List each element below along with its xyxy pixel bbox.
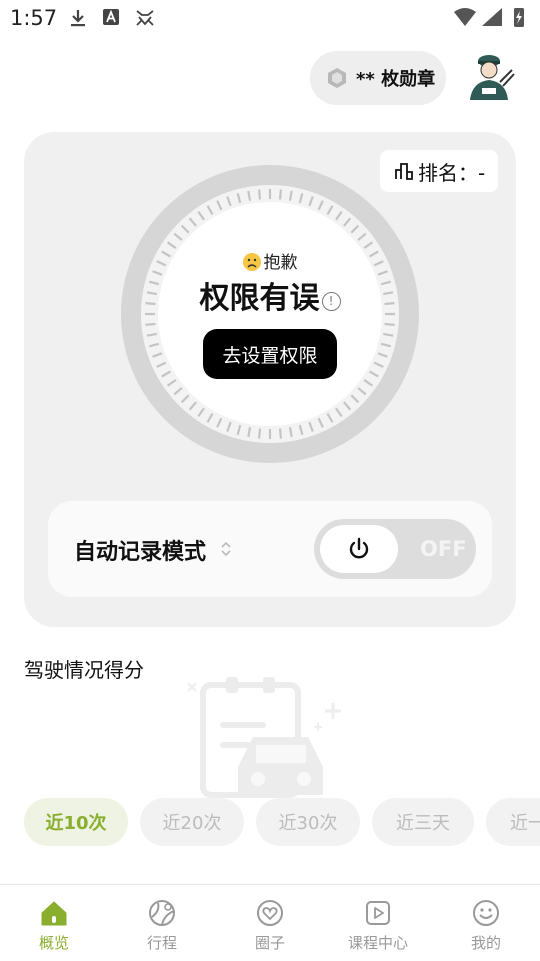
apology-text: 抱歉 bbox=[263, 253, 298, 273]
home-icon bbox=[41, 901, 67, 926]
hexagon-medal-icon bbox=[328, 68, 346, 88]
permission-error-title: 权限有误! bbox=[0, 273, 540, 317]
status-time: 1:57 bbox=[10, 6, 58, 30]
tab-course-center-label: 课程中心 bbox=[347, 934, 408, 952]
tab-trips[interactable]: 行程 bbox=[108, 885, 216, 961]
up-down-chevron-icon[interactable] bbox=[220, 540, 232, 558]
toggle-state-label: OFF bbox=[420, 537, 467, 561]
dial-tick bbox=[258, 428, 262, 439]
rank-label: 排名：- bbox=[418, 160, 486, 185]
filter-chip-30[interactable]: 近30次 bbox=[256, 798, 360, 846]
info-icon[interactable]: ! bbox=[321, 292, 341, 311]
tab-circle-label: 圈子 bbox=[254, 934, 285, 952]
smiley-icon bbox=[473, 900, 499, 926]
signal-icon bbox=[482, 8, 502, 26]
tab-course-center[interactable]: 课程中心 bbox=[324, 885, 432, 961]
filter-chip-3days[interactable]: 近三天 bbox=[372, 798, 474, 846]
permission-title-text: 权限有误 bbox=[199, 281, 320, 316]
tab-trips-label: 行程 bbox=[146, 934, 177, 952]
download-icon bbox=[71, 10, 85, 27]
bottom-tab-bar: 概览 行程 圈子 课程中心 我的 bbox=[0, 884, 540, 961]
status-right-icons bbox=[454, 8, 524, 27]
power-icon bbox=[349, 537, 369, 559]
go-set-permission-button[interactable]: 去设置权限 bbox=[203, 329, 337, 379]
play-video-icon bbox=[366, 901, 390, 925]
tab-mine-label: 我的 bbox=[470, 934, 501, 952]
filter-chip-more[interactable]: 近一 bbox=[486, 798, 540, 846]
status-bar: 1:57 bbox=[0, 0, 540, 36]
toggle-knob[interactable] bbox=[320, 525, 398, 573]
driving-score-title: 驾驶情况得分 bbox=[24, 658, 144, 682]
medal-count-label: ** 枚勋章 bbox=[356, 69, 436, 90]
tab-overview[interactable]: 概览 bbox=[0, 885, 108, 961]
dial-tick bbox=[384, 322, 395, 326]
driver-avatar-icon[interactable] bbox=[462, 52, 516, 102]
tab-circle[interactable]: 圈子 bbox=[216, 885, 324, 961]
globe-route-icon bbox=[149, 900, 175, 926]
tab-mine[interactable]: 我的 bbox=[432, 885, 540, 961]
cat-icon bbox=[136, 10, 154, 26]
font-a-icon bbox=[103, 9, 119, 25]
dial-tick bbox=[278, 189, 282, 200]
filter-chip-10[interactable]: 近10次 bbox=[24, 798, 128, 846]
heart-circle-icon bbox=[257, 900, 283, 926]
medal-badge-button[interactable]: ** 枚勋章 bbox=[310, 51, 446, 105]
filter-chip-20[interactable]: 近20次 bbox=[140, 798, 244, 846]
dial-tick bbox=[278, 428, 282, 439]
dial-tick bbox=[145, 322, 156, 326]
auto-record-mode-label[interactable]: 自动记录模式 bbox=[74, 534, 206, 566]
dial-tick bbox=[258, 189, 262, 200]
sad-face-icon bbox=[242, 253, 261, 271]
tab-overview-label: 概览 bbox=[38, 934, 69, 952]
apology-line: 抱歉 bbox=[0, 248, 540, 273]
empty-state-illustration bbox=[187, 677, 341, 798]
wifi-icon bbox=[454, 8, 476, 26]
